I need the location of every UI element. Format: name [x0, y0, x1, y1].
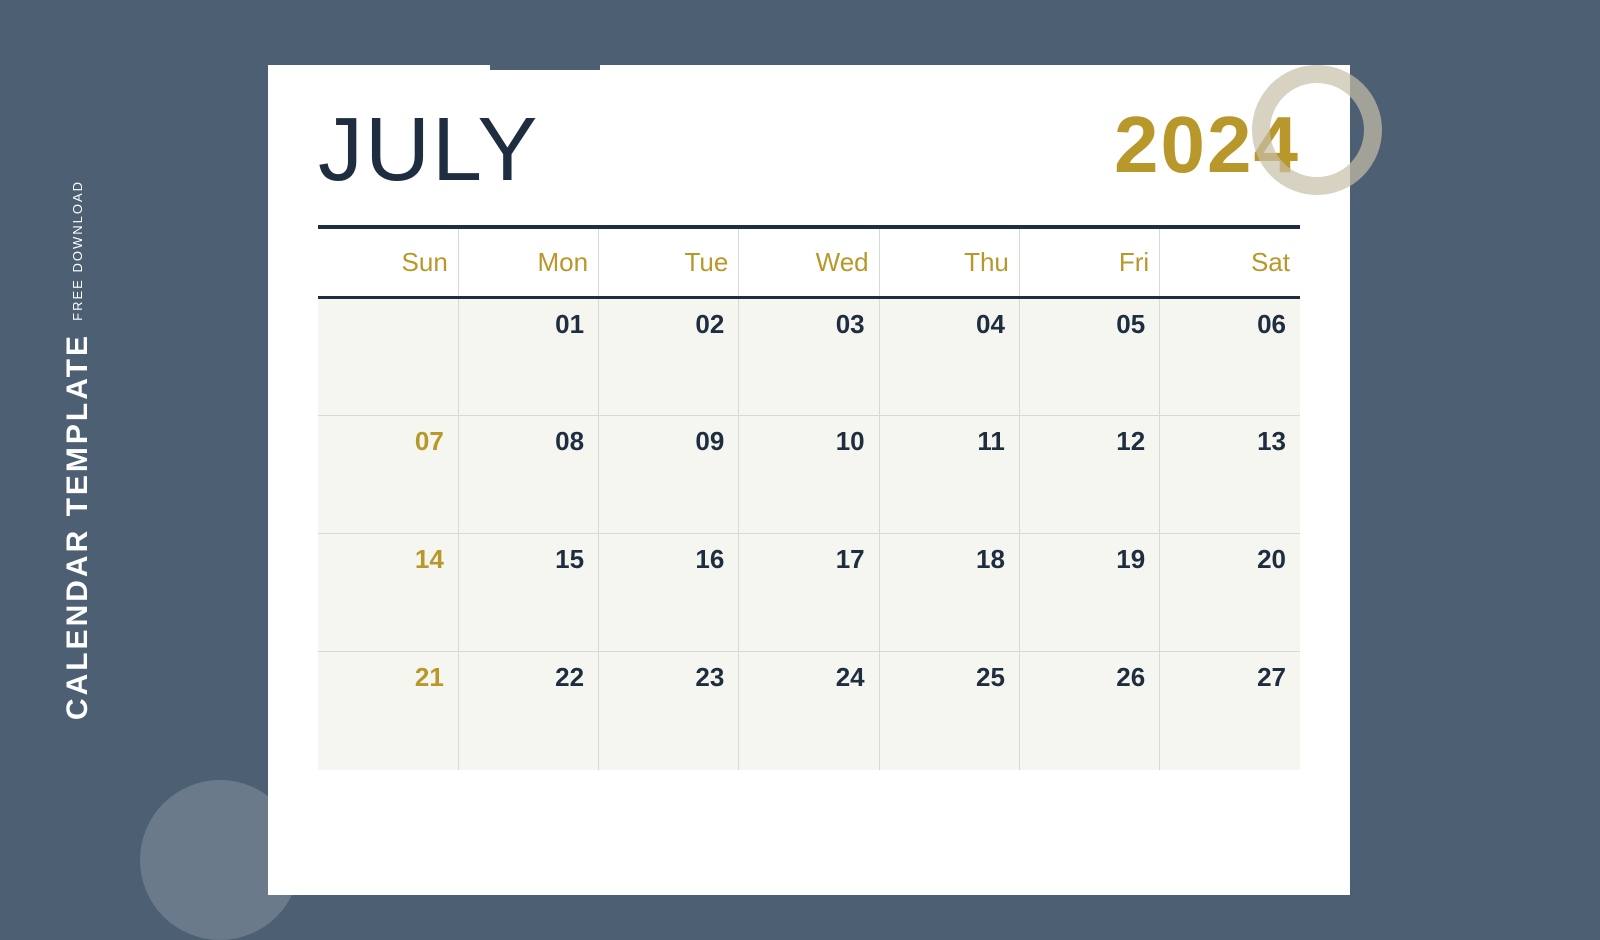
day-cell-empty-1 — [318, 298, 458, 416]
month-title: JULY — [318, 105, 539, 195]
day-cell-11: 11 — [879, 416, 1019, 534]
day-cell-17: 17 — [739, 534, 879, 652]
day-cell-23: 23 — [599, 652, 739, 770]
day-cell-1: 01 — [458, 298, 598, 416]
calendar-template-label: CALENDAR TEMPLATE — [61, 333, 95, 720]
free-download-label: FREE DOWNLOAD — [70, 180, 85, 321]
calendar-header: JULY 2024 — [318, 105, 1300, 205]
day-cell-15: 15 — [458, 534, 598, 652]
day-cell-25: 25 — [879, 652, 1019, 770]
day-cell-8: 08 — [458, 416, 598, 534]
week-row-1: 01 02 03 04 05 06 — [318, 298, 1300, 416]
circle-top-right-decoration — [1252, 65, 1382, 195]
day-cell-16: 16 — [599, 534, 739, 652]
day-cell-27: 27 — [1160, 652, 1300, 770]
day-cell-9: 09 — [599, 416, 739, 534]
day-cell-26: 26 — [1019, 652, 1159, 770]
day-cell-24: 24 — [739, 652, 879, 770]
day-cell-10: 10 — [739, 416, 879, 534]
day-cell-14: 14 — [318, 534, 458, 652]
week-row-3: 14 15 16 17 18 19 20 — [318, 534, 1300, 652]
day-cell-5: 05 — [1019, 298, 1159, 416]
day-header-sat: Sat — [1160, 229, 1300, 298]
day-cell-12: 12 — [1019, 416, 1159, 534]
day-cell-3: 03 — [739, 298, 879, 416]
day-cell-4: 04 — [879, 298, 1019, 416]
day-header-mon: Mon — [458, 229, 598, 298]
day-cell-2: 02 — [599, 298, 739, 416]
day-cell-18: 18 — [879, 534, 1019, 652]
calendar-tab — [490, 40, 600, 70]
calendar-container: JULY 2024 Sun Mon Tue Wed Thu Fri Sat 01… — [268, 65, 1350, 895]
day-header-tue: Tue — [599, 229, 739, 298]
week-row-2: 07 08 09 10 11 12 13 — [318, 416, 1300, 534]
day-cell-6: 06 — [1160, 298, 1300, 416]
day-cell-19: 19 — [1019, 534, 1159, 652]
day-header-wed: Wed — [739, 229, 879, 298]
day-cell-7: 07 — [318, 416, 458, 534]
day-header-sun: Sun — [318, 229, 458, 298]
sidebar: FREE DOWNLOAD CALENDAR TEMPLATE — [0, 0, 155, 900]
day-cell-21: 21 — [318, 652, 458, 770]
day-headers-row: Sun Mon Tue Wed Thu Fri Sat — [318, 229, 1300, 298]
week-row-4: 21 22 23 24 25 26 27 — [318, 652, 1300, 770]
day-header-fri: Fri — [1019, 229, 1159, 298]
day-cell-20: 20 — [1160, 534, 1300, 652]
calendar-grid: Sun Mon Tue Wed Thu Fri Sat 01 02 03 04 … — [318, 229, 1300, 770]
day-cell-13: 13 — [1160, 416, 1300, 534]
day-cell-22: 22 — [458, 652, 598, 770]
day-header-thu: Thu — [879, 229, 1019, 298]
